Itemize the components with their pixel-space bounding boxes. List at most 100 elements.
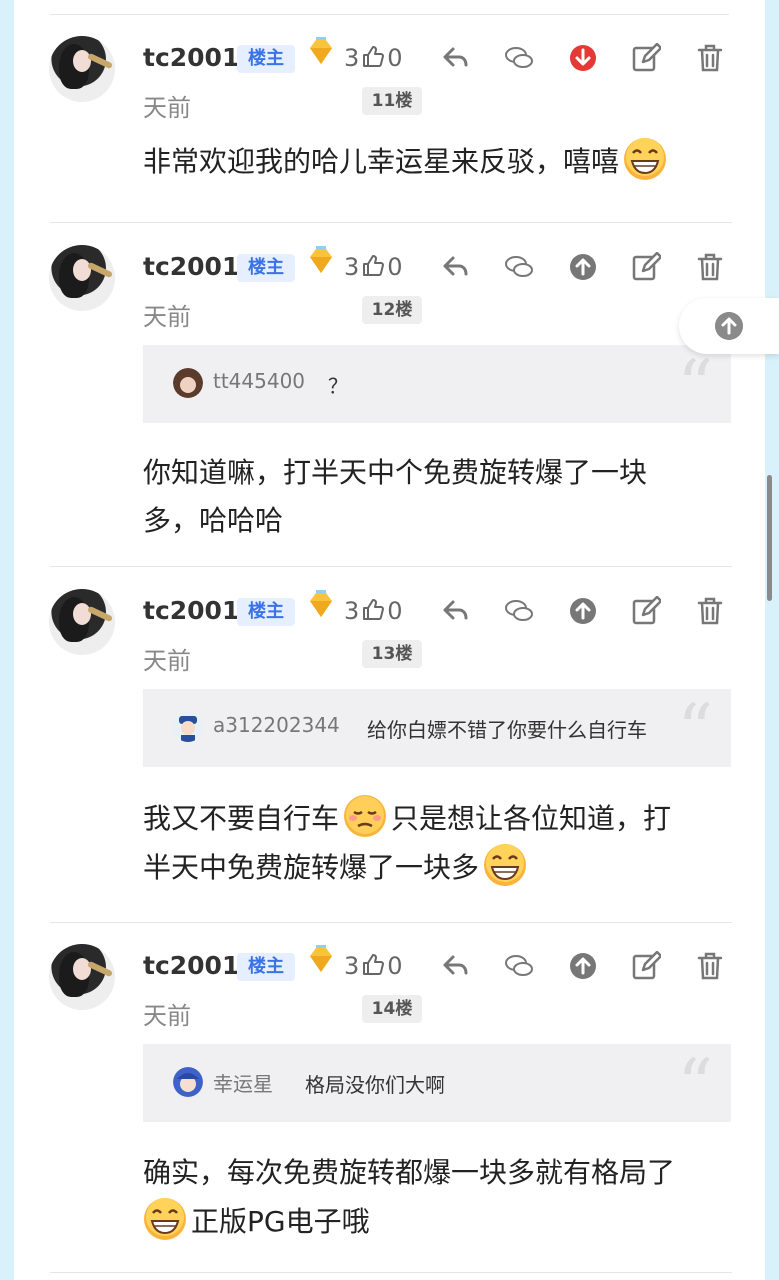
content-text: 只是想让各位知道，打 — [391, 802, 672, 835]
likes-count: 0 — [387, 952, 403, 980]
floor-number: 11楼 — [362, 87, 422, 115]
likes-count: 0 — [387, 253, 403, 281]
content-text: 半天中免费旋转爆了一块多 — [143, 851, 480, 884]
floor-number: 14楼 — [362, 995, 422, 1023]
post-content: 我又不要自行车 只是想让各位知道，打 半天中免费旋转爆了一块多 — [143, 794, 733, 892]
delete-icon[interactable] — [695, 951, 725, 981]
quote-username: 幸运星 — [213, 1072, 273, 1096]
upvote-icon[interactable] — [568, 951, 598, 981]
diamond-icon — [310, 37, 332, 64]
diamond-icon — [310, 945, 332, 972]
comment-icon[interactable] — [504, 43, 534, 73]
post-content: 确实，每次免费旋转都爆一块多就有格局了 正版PG电子哦 — [143, 1149, 733, 1246]
quote-username: a312202344 — [213, 713, 340, 737]
edit-icon[interactable] — [631, 596, 661, 626]
delete-icon[interactable] — [695, 43, 725, 73]
likes-count: 0 — [387, 597, 403, 625]
floor-number: 13楼 — [362, 640, 422, 668]
post-time: 天前 — [143, 647, 191, 675]
content-text: 正版PG电子哦 — [191, 1205, 370, 1238]
like-counter[interactable]: 30 — [344, 597, 403, 625]
owner-badge: 楼主 — [237, 953, 295, 981]
upvote-icon[interactable] — [568, 252, 598, 282]
comment-icon[interactable] — [504, 951, 534, 981]
quote-avatar — [173, 712, 203, 742]
post-time: 天前 — [143, 1002, 191, 1030]
quote-avatar — [173, 368, 203, 398]
grinning-emoji-icon — [624, 138, 667, 180]
owner-badge: 楼主 — [237, 598, 295, 626]
downvote-icon[interactable] — [568, 43, 598, 73]
quote-text: ？ — [328, 374, 348, 398]
quoted-reply[interactable]: 幸运星 格局没你们大啊 “ — [143, 1044, 731, 1122]
comment-thread: tc2001 楼主 30 天前 11楼 非常欢迎我的哈儿幸运星来反驳，嘻嘻 tc… — [14, 0, 765, 1280]
likes-prefix: 3 — [344, 253, 360, 281]
content-text: 我又不要自行车 — [143, 802, 340, 835]
avatar[interactable] — [49, 944, 115, 1010]
diamond-icon — [310, 246, 332, 273]
edit-icon[interactable] — [631, 951, 661, 981]
likes-count: 0 — [387, 44, 403, 72]
post-floor-11: tc2001 楼主 30 天前 11楼 非常欢迎我的哈儿幸运星来反驳，嘻嘻 — [14, 0, 765, 223]
post-floor-13: tc2001 楼主 30 天前 13楼 a312202344 给你白嫖不错了你要… — [14, 553, 765, 923]
likes-prefix: 3 — [344, 44, 360, 72]
diamond-icon — [310, 590, 332, 617]
floor-number: 12楼 — [362, 296, 422, 324]
reply-icon[interactable] — [441, 951, 471, 981]
comment-icon[interactable] — [504, 252, 534, 282]
quote-mark-icon: “ — [677, 345, 713, 427]
username[interactable]: tc2001 — [143, 252, 239, 281]
post-time: 天前 — [143, 94, 191, 122]
quote-username: tt445400 — [213, 369, 306, 393]
quoted-reply[interactable]: a312202344 给你白嫖不错了你要什么自行车 “ — [143, 689, 731, 767]
like-counter[interactable]: 30 — [344, 952, 403, 980]
likes-prefix: 3 — [344, 952, 360, 980]
upvote-icon[interactable] — [568, 596, 598, 626]
quote-avatar — [173, 1067, 203, 1097]
comment-icon[interactable] — [504, 596, 534, 626]
quote-text: 格局没你们大啊 — [305, 1073, 445, 1097]
content-text: 多，哈哈哈 — [143, 504, 284, 537]
avatar[interactable] — [49, 245, 115, 311]
left-edge — [0, 0, 14, 1280]
post-content: 你知道嘛，打半天中个免费旋转爆了一块 多，哈哈哈 — [143, 449, 733, 545]
delete-icon[interactable] — [695, 596, 725, 626]
scroll-top-icon[interactable] — [715, 312, 743, 340]
owner-badge: 楼主 — [237, 254, 295, 282]
username[interactable]: tc2001 — [143, 43, 239, 72]
content-text: 确实，每次免费旋转都爆一块多就有格局了 — [143, 1156, 676, 1189]
delete-icon[interactable] — [695, 252, 725, 282]
post-floor-12: tc2001 楼主 30 天前 12楼 tt445400 ？ “ 你知道嘛，打半… — [14, 209, 765, 567]
scroll-to-top-button[interactable] — [679, 298, 779, 354]
divider — [50, 1272, 732, 1273]
post-floor-14: tc2001 楼主 30 天前 14楼 幸运星 格局没你们大啊 “ 确实，每次免… — [14, 908, 765, 1280]
edit-icon[interactable] — [631, 252, 661, 282]
like-counter[interactable]: 30 — [344, 253, 403, 281]
post-content: 非常欢迎我的哈儿幸运星来反驳，嘻嘻 — [143, 137, 733, 186]
quoted-reply[interactable]: tt445400 ？ “ — [143, 345, 731, 423]
username[interactable]: tc2001 — [143, 951, 239, 980]
likes-prefix: 3 — [344, 597, 360, 625]
reply-icon[interactable] — [441, 252, 471, 282]
quote-text: 给你白嫖不错了你要什么自行车 — [367, 718, 647, 742]
content-text: 非常欢迎我的哈儿幸运星来反驳，嘻嘻 — [143, 145, 620, 178]
quote-mark-icon: “ — [677, 689, 713, 771]
right-edge — [765, 0, 779, 1280]
post-time: 天前 — [143, 303, 191, 331]
username[interactable]: tc2001 — [143, 596, 239, 625]
thumbs-up-icon[interactable] — [361, 598, 385, 622]
scrollbar[interactable] — [767, 475, 772, 601]
thumbs-up-icon[interactable] — [361, 953, 385, 977]
grinning-emoji-icon — [144, 1198, 186, 1240]
thumbs-up-icon[interactable] — [361, 254, 385, 278]
avatar[interactable] — [49, 589, 115, 655]
reply-icon[interactable] — [441, 596, 471, 626]
reply-icon[interactable] — [441, 43, 471, 73]
edit-icon[interactable] — [631, 43, 661, 73]
like-counter[interactable]: 30 — [344, 44, 403, 72]
grinning-emoji-icon — [484, 844, 527, 886]
owner-badge: 楼主 — [237, 45, 295, 73]
thumbs-up-icon[interactable] — [361, 45, 385, 69]
quote-mark-icon: “ — [677, 1044, 713, 1126]
avatar[interactable] — [49, 36, 115, 102]
